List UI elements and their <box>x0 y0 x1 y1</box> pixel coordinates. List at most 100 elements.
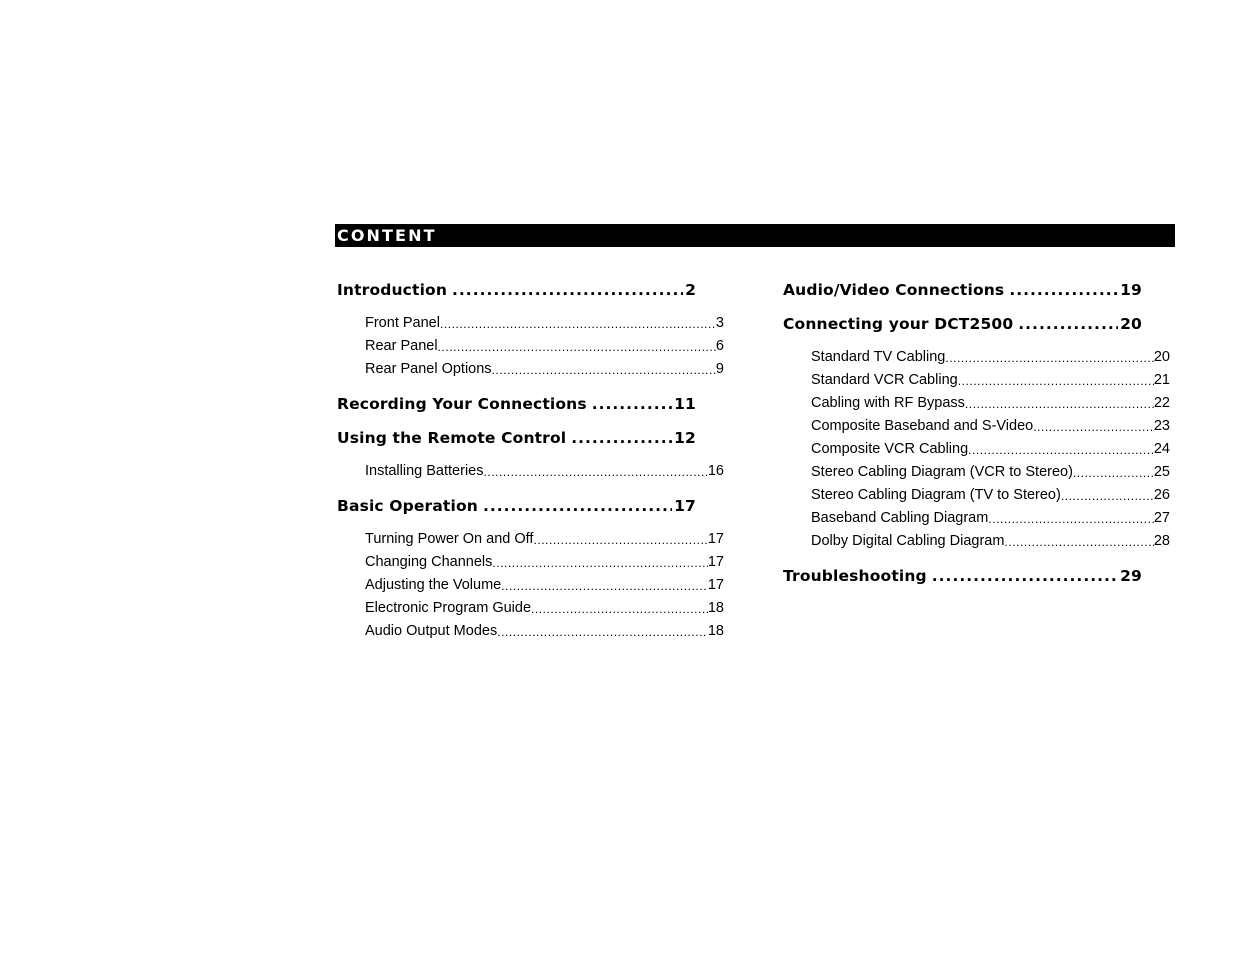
toc-entry-rear-panel[interactable]: Rear Panel 6 <box>337 338 724 361</box>
toc-column-left: Introduction2Front Panel3Rear Panel6Rear… <box>337 281 724 646</box>
toc-entry-label: Cabling with RF Bypass <box>811 395 965 411</box>
toc-entry-adjusting-the-volume[interactable]: Adjusting the Volume 17 <box>337 577 724 600</box>
toc-entry-label: Rear Panel <box>365 338 438 354</box>
dot-leader <box>592 395 672 411</box>
dot-leader <box>440 315 716 330</box>
toc-entry-label: Composite VCR Cabling <box>811 441 969 457</box>
dot-leader <box>492 554 707 569</box>
toc-entry-label: Changing Channels <box>365 554 493 570</box>
toc-entry-turning-power-on-and-off[interactable]: Turning Power On and Off 17 <box>337 531 724 554</box>
dot-leader <box>932 567 1118 583</box>
toc-entry-label: Dolby Digital Cabling Diagram <box>811 533 1005 549</box>
toc-entry-page-number: 21 <box>1153 372 1170 388</box>
toc-entry-installing-batteries[interactable]: Installing Batteries 16 <box>337 463 724 486</box>
toc-entry-page-number: 11 <box>674 395 696 413</box>
dot-leader <box>492 361 716 376</box>
toc-entry-front-panel[interactable]: Front Panel 3 <box>337 315 724 338</box>
toc-entry-page-number: 27 <box>1153 510 1170 526</box>
toc-entry-page-number: 17 <box>707 577 724 593</box>
toc-entry-label: Adjusting the Volume <box>365 577 502 593</box>
toc-entry-page-number: 23 <box>1153 418 1170 434</box>
toc-entry-page-number: 9 <box>715 361 724 377</box>
toc-entry-page-number: 12 <box>674 429 696 447</box>
dot-leader <box>483 463 707 478</box>
dot-leader <box>501 577 708 592</box>
dot-leader <box>533 531 707 546</box>
toc-entry-label: Using the Remote Control <box>337 429 567 447</box>
dot-leader <box>438 338 716 353</box>
toc-entry-baseband-cabling-diagram[interactable]: Baseband Cabling Diagram 27 <box>783 510 1170 533</box>
toc-entry-page-number: 2 <box>685 281 696 299</box>
toc-entry-standard-tv-cabling[interactable]: Standard TV Cabling 20 <box>783 349 1170 372</box>
toc-column-right: Audio/Video Connections 19 Connecting your… <box>783 281 1170 601</box>
toc-entry-standard-vcr-cabling[interactable]: Standard VCR Cabling 21 <box>783 372 1170 395</box>
toc-entry-composite-baseband-and-s-video[interactable]: Composite Baseband and S-Video 23 <box>783 418 1170 441</box>
dot-leader <box>968 441 1154 456</box>
toc-entry-page-number: 17 <box>707 531 724 547</box>
toc-entry-page-number: 17 <box>707 554 724 570</box>
toc-entry-page-number: 18 <box>707 623 724 639</box>
toc-entry-audio-output-modes[interactable]: Audio Output Modes 18 <box>337 623 724 646</box>
toc-entry-page-number: 20 <box>1153 349 1170 365</box>
toc-entry-rear-panel-options[interactable]: Rear Panel Options 9 <box>337 361 724 384</box>
toc-entry-page-number: 29 <box>1120 567 1142 585</box>
dot-leader <box>1061 487 1154 502</box>
toc-entry-label: Standard VCR Cabling <box>811 372 958 388</box>
dot-leader <box>1018 315 1118 331</box>
toc-entry-label: Audio Output Modes <box>365 623 498 639</box>
dot-leader <box>965 395 1154 410</box>
dot-leader <box>571 429 672 445</box>
toc-entry-stereo-cabling-diagram-tv-to-stereo[interactable]: Stereo Cabling Diagram (TV to Stereo) 26 <box>783 487 1170 510</box>
toc-entry-page-number: 22 <box>1153 395 1170 411</box>
toc-entry-label: Stereo Cabling Diagram (TV to Stereo) <box>811 487 1061 503</box>
toc-entry-troubleshooting[interactable]: Troubleshooting 29 <box>783 567 1142 601</box>
toc-entry-page-number: 25 <box>1153 464 1170 480</box>
toc-entry-label: Audio/Video Connections <box>783 281 1005 299</box>
dot-leader <box>452 281 683 297</box>
toc-entry-label: Baseband Cabling Diagram <box>811 510 989 526</box>
toc-entry-dolby-digital-cabling-diagram[interactable]: Dolby Digital Cabling Diagram 28 <box>783 533 1170 556</box>
dot-leader <box>531 600 708 615</box>
toc-entry-audio-video-connections[interactable]: Audio/Video Connections 19 <box>783 281 1142 315</box>
toc-entry-label: Stereo Cabling Diagram (VCR to Stereo) <box>811 464 1073 480</box>
dot-leader <box>945 349 1154 364</box>
toc-entry-introduction[interactable]: Introduction 2 <box>337 281 696 315</box>
toc-entry-page-number: 28 <box>1153 533 1170 549</box>
toc-entry-label: Installing Batteries <box>365 463 484 479</box>
dot-leader <box>1004 533 1153 548</box>
dot-leader <box>497 623 708 638</box>
dot-leader <box>958 372 1154 387</box>
toc-entry-connecting-your-dct2500[interactable]: Connecting your DCT2500 20 <box>783 315 1142 349</box>
toc-entry-page-number: 18 <box>707 600 724 616</box>
toc-entry-label: Turning Power On and Off <box>365 531 534 547</box>
toc-entry-using-the-remote-control[interactable]: Using the Remote Control 12 <box>337 429 696 463</box>
dot-leader <box>483 497 672 513</box>
dot-leader <box>1009 281 1118 297</box>
content-header-bar: CONTENT <box>335 224 1175 247</box>
toc-entry-changing-channels[interactable]: Changing Channels 17 <box>337 554 724 577</box>
toc-entry-label: Introduction <box>337 281 448 299</box>
toc-entry-page-number: 20 <box>1120 315 1142 333</box>
toc-entry-label: Front Panel <box>365 315 440 331</box>
toc-entry-cabling-with-rf-bypass[interactable]: Cabling with RF Bypass 22 <box>783 395 1170 418</box>
toc-entry-basic-operation[interactable]: Basic Operation 17 <box>337 497 696 531</box>
document-page: CONTENT Introduction 2 Front Panel 3 Rear Pa… <box>0 0 1235 954</box>
toc-entry-stereo-cabling-diagram-vcr-to-stereo[interactable]: Stereo Cabling Diagram (VCR to Stereo) 25 <box>783 464 1170 487</box>
toc-entry-label: Connecting your DCT2500 <box>783 315 1014 333</box>
page-title: CONTENT <box>337 226 437 245</box>
toc-entry-page-number: 6 <box>715 338 724 354</box>
toc-entry-page-number: 17 <box>674 497 696 515</box>
toc-entry-page-number: 19 <box>1120 281 1142 299</box>
toc-entry-composite-vcr-cabling[interactable]: Composite VCR Cabling 24 <box>783 441 1170 464</box>
toc-entry-electronic-program-guide[interactable]: Electronic Program Guide 18 <box>337 600 724 623</box>
toc-entry-recording-your-connections[interactable]: Recording Your Connections 11 <box>337 395 696 429</box>
dot-leader <box>988 510 1154 525</box>
toc-entry-label: Composite Baseband and S-Video <box>811 418 1034 434</box>
dot-leader <box>1073 464 1154 479</box>
toc-entry-page-number: 16 <box>707 463 724 479</box>
toc-entry-label: Electronic Program Guide <box>365 600 532 616</box>
toc-entry-label: Basic Operation <box>337 497 478 515</box>
toc-entry-page-number: 3 <box>715 315 724 331</box>
toc-entry-label: Standard TV Cabling <box>811 349 946 365</box>
toc-entry-label: Troubleshooting <box>783 567 927 585</box>
